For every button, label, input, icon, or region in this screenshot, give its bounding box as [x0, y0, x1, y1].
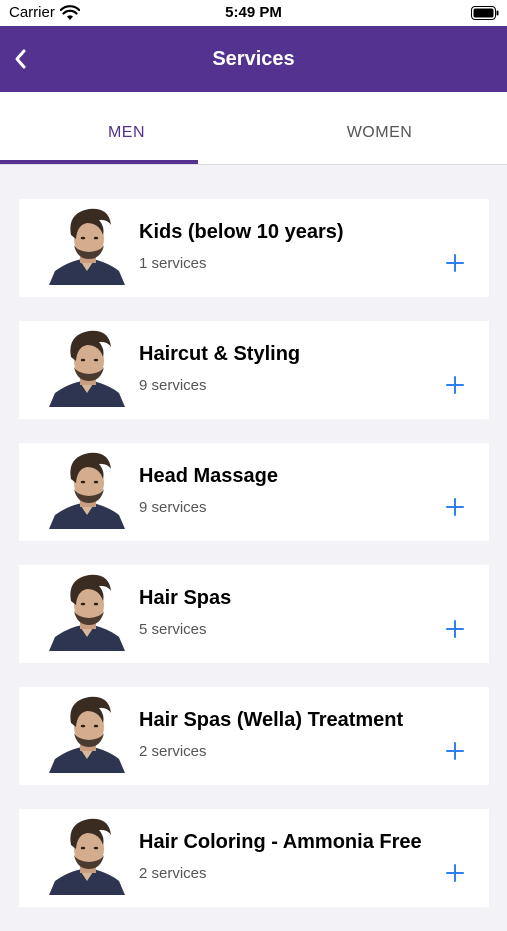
service-avatar-image [49, 330, 125, 407]
service-card[interactable]: Kids (below 10 years) 1 services [19, 199, 489, 297]
status-bar: Carrier 5:49 PM [0, 0, 507, 26]
page-title: Services [212, 48, 295, 70]
service-avatar-image [49, 452, 125, 529]
tab-selected-indicator [0, 160, 198, 164]
service-card[interactable]: Haircut & Styling 9 services [19, 321, 489, 419]
service-avatar-image [49, 208, 125, 285]
service-name: Hair Spas [139, 587, 232, 609]
service-count: 9 services [139, 377, 207, 394]
service-card[interactable]: Head Massage 9 services [19, 443, 489, 541]
service-count: 2 services [139, 865, 207, 882]
service-avatar-image [49, 818, 125, 895]
plus-icon[interactable] [445, 253, 465, 273]
service-list: Kids (below 10 years) 1 services Haircut… [19, 199, 489, 931]
service-name: Haircut & Styling [139, 343, 301, 365]
battery-icon [471, 6, 499, 20]
plus-icon[interactable] [445, 497, 465, 517]
service-card[interactable]: Hair Spas (Wella) Treatment 2 services [19, 687, 489, 785]
service-count: 2 services [139, 743, 207, 760]
service-name: Head Massage [139, 465, 278, 487]
plus-icon[interactable] [445, 863, 465, 883]
nav-bar: Services [0, 26, 507, 92]
plus-icon[interactable] [445, 375, 465, 395]
service-name: Hair Coloring - Ammonia Free [139, 831, 422, 853]
service-card[interactable]: Hair Spas 5 services [19, 565, 489, 663]
tab-men[interactable]: MEN [0, 92, 253, 164]
service-name: Kids (below 10 years) [139, 221, 344, 243]
service-name: Hair Spas (Wella) Treatment [139, 709, 404, 731]
service-card[interactable]: Hair Coloring - Ammonia Free 2 services [19, 809, 489, 907]
plus-icon[interactable] [445, 741, 465, 761]
service-avatar-image [49, 696, 125, 773]
service-count: 1 services [139, 255, 207, 272]
service-avatar-image [49, 574, 125, 651]
service-count: 5 services [139, 621, 207, 638]
service-count: 9 services [139, 499, 207, 516]
tab-women[interactable]: WOMEN [253, 92, 506, 164]
clock: 5:49 PM [225, 4, 282, 21]
plus-icon[interactable] [445, 619, 465, 639]
gender-tabs: MEN WOMEN [0, 92, 507, 165]
